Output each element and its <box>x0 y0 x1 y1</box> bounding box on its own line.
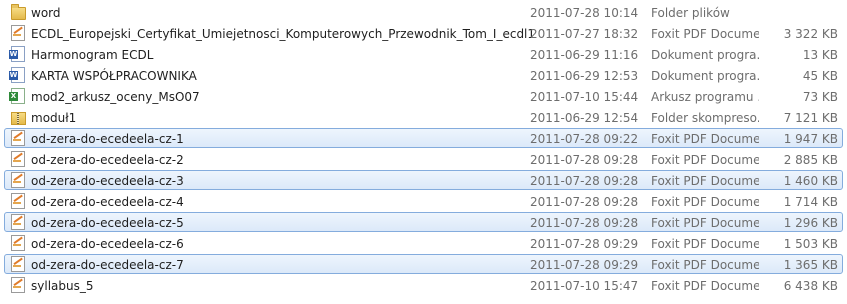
file-size: 3 322 KB <box>783 27 838 41</box>
pdf-icon <box>11 256 25 272</box>
pdf-icon <box>11 172 25 188</box>
file-date: 2011-07-28 09:22 <box>530 132 639 146</box>
excel-icon <box>9 88 25 104</box>
folder-icon <box>11 4 26 20</box>
file-type: Arkusz programu ... <box>651 90 759 104</box>
pdf-icon <box>11 235 25 251</box>
file-size: 1 503 KB <box>783 237 838 251</box>
file-type: Foxit PDF Docume... <box>651 258 759 272</box>
pdf-icon <box>11 25 25 41</box>
pdf-icon <box>11 130 25 146</box>
file-name: word <box>31 6 61 20</box>
word-doc-icon <box>9 46 25 62</box>
pdf-icon <box>11 277 25 293</box>
file-type: Foxit PDF Docume... <box>651 237 759 251</box>
file-date: 2011-07-28 10:14 <box>530 6 639 20</box>
file-size: 45 KB <box>802 69 838 83</box>
file-name: syllabus_5 <box>31 279 94 293</box>
file-name: moduł1 <box>31 111 77 125</box>
file-type: Dokument progra... <box>651 48 759 62</box>
file-row-harmonogram[interactable]: Harmonogram ECDL 2011-06-29 11:16 Dokume… <box>4 44 843 64</box>
file-date: 2011-07-27 18:32 <box>530 27 639 41</box>
file-row-cz-7[interactable]: od-zera-do-ecedeela-cz-7 2011-07-28 09:2… <box>4 254 843 274</box>
file-type: Folder plików <box>651 6 730 20</box>
file-list: word 2011-07-28 10:14 Folder plików ECDL… <box>0 0 847 295</box>
pdf-icon <box>11 151 25 167</box>
file-date: 2011-06-29 12:54 <box>530 111 639 125</box>
file-row-cz-1[interactable]: od-zera-do-ecedeela-cz-1 2011-07-28 09:2… <box>4 128 843 148</box>
file-name: KARTA WSPÓŁPRACOWNIKA <box>31 69 197 83</box>
word-doc-icon <box>9 67 25 83</box>
file-type: Foxit PDF Docume... <box>651 27 759 41</box>
file-date: 2011-07-28 09:28 <box>530 195 639 209</box>
file-name: mod2_arkusz_oceny_MsO07 <box>31 90 200 104</box>
file-type: Foxit PDF Docume... <box>651 195 759 209</box>
file-row-word[interactable]: word 2011-07-28 10:14 Folder plików <box>4 2 843 22</box>
file-date: 2011-07-10 15:47 <box>530 279 639 293</box>
zip-folder-icon <box>11 112 26 125</box>
file-date: 2011-07-28 09:29 <box>530 237 639 251</box>
file-type: Foxit PDF Docume... <box>651 279 759 293</box>
file-name: od-zera-do-ecedeela-cz-4 <box>31 195 184 209</box>
file-type: Foxit PDF Docume... <box>651 153 759 167</box>
file-type: Foxit PDF Docume... <box>651 174 759 188</box>
file-date: 2011-07-28 09:28 <box>530 174 639 188</box>
file-row-ecdl-przewodnik[interactable]: ECDL_Europejski_Certyfikat_Umiejetnosci_… <box>4 23 843 43</box>
file-date: 2011-07-10 15:44 <box>530 90 639 104</box>
file-name: ECDL_Europejski_Certyfikat_Umiejetnosci_… <box>31 27 536 41</box>
file-size: 1 714 KB <box>783 195 838 209</box>
file-name: od-zera-do-ecedeela-cz-7 <box>31 258 184 272</box>
file-row-cz-3[interactable]: od-zera-do-ecedeela-cz-3 2011-07-28 09:2… <box>4 170 843 190</box>
file-type: Dokument progra... <box>651 69 759 83</box>
file-row-karta[interactable]: KARTA WSPÓŁPRACOWNIKA 2011-06-29 12:53 D… <box>4 65 843 85</box>
file-date: 2011-07-28 09:29 <box>530 258 639 272</box>
file-date: 2011-07-28 09:28 <box>530 216 639 230</box>
file-size: 1 365 KB <box>783 258 838 272</box>
file-name: od-zera-do-ecedeela-cz-2 <box>31 153 184 167</box>
file-size: 13 KB <box>802 48 838 62</box>
file-name: od-zera-do-ecedeela-cz-3 <box>31 174 184 188</box>
file-size: 73 KB <box>802 90 838 104</box>
file-type: Folder skompreso... <box>651 111 759 125</box>
file-row-cz-5[interactable]: od-zera-do-ecedeela-cz-5 2011-07-28 09:2… <box>4 212 843 232</box>
file-name: od-zera-do-ecedeela-cz-1 <box>31 132 184 146</box>
file-name: Harmonogram ECDL <box>31 48 154 62</box>
file-size: 1 947 KB <box>783 132 838 146</box>
pdf-icon <box>11 214 25 230</box>
file-row-syllabus[interactable]: syllabus_5 2011-07-10 15:47 Foxit PDF Do… <box>4 275 843 295</box>
file-size: 7 121 KB <box>783 111 838 125</box>
file-size: 1 460 KB <box>783 174 838 188</box>
file-size: 2 885 KB <box>783 153 838 167</box>
file-date: 2011-06-29 12:53 <box>530 69 639 83</box>
file-row-cz-6[interactable]: od-zera-do-ecedeela-cz-6 2011-07-28 09:2… <box>4 233 843 253</box>
file-name: od-zera-do-ecedeela-cz-5 <box>31 216 184 230</box>
pdf-icon <box>11 193 25 209</box>
file-name: od-zera-do-ecedeela-cz-6 <box>31 237 184 251</box>
file-row-cz-2[interactable]: od-zera-do-ecedeela-cz-2 2011-07-28 09:2… <box>4 149 843 169</box>
file-row-modul1[interactable]: moduł1 2011-06-29 12:54 Folder skompreso… <box>4 107 843 127</box>
file-row-mod2-arkusz[interactable]: mod2_arkusz_oceny_MsO07 2011-07-10 15:44… <box>4 86 843 106</box>
file-row-cz-4[interactable]: od-zera-do-ecedeela-cz-4 2011-07-28 09:2… <box>4 191 843 211</box>
file-type: Foxit PDF Docume... <box>651 132 759 146</box>
file-date: 2011-07-28 09:28 <box>530 153 639 167</box>
file-type: Foxit PDF Docume... <box>651 216 759 230</box>
file-size: 6 438 KB <box>783 279 838 293</box>
file-date: 2011-06-29 11:16 <box>530 48 639 62</box>
file-size: 1 296 KB <box>783 216 838 230</box>
